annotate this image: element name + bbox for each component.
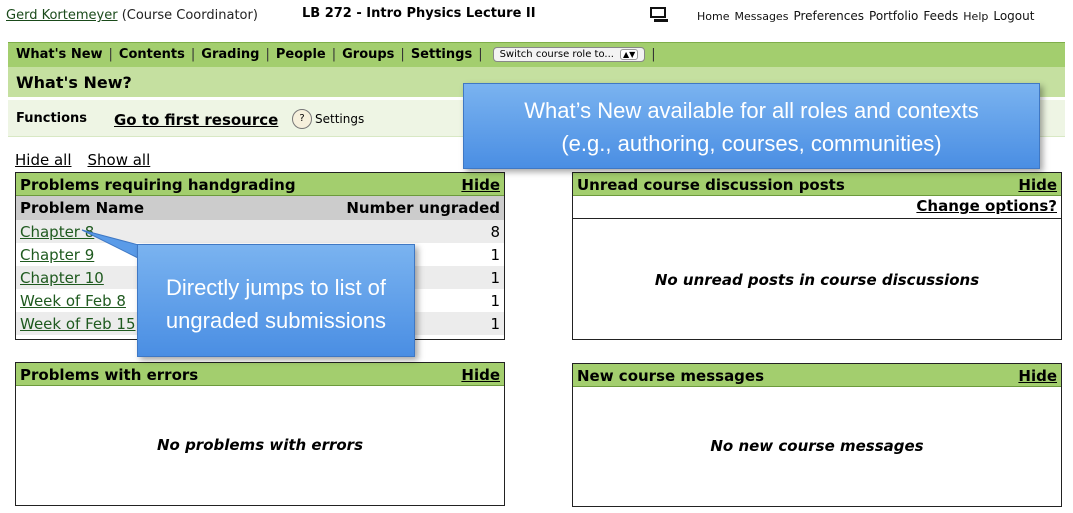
page-title: What's New? bbox=[16, 73, 132, 92]
ungraded-count: 8 bbox=[235, 220, 504, 243]
link-feeds[interactable]: Feeds bbox=[923, 9, 958, 23]
panel-title: New course messages bbox=[577, 367, 765, 385]
hide-messages-link[interactable]: Hide bbox=[1018, 367, 1057, 385]
course-title: LB 272 - Intro Physics Lecture II bbox=[302, 6, 536, 21]
hide-all-link[interactable]: Hide all bbox=[15, 151, 72, 169]
change-options-link[interactable]: Change options? bbox=[916, 197, 1057, 215]
main-nav: What's New | Contents | Grading | People | Group… bbox=[8, 42, 1065, 67]
nav-people[interactable]: People bbox=[276, 47, 326, 62]
link-messages[interactable]: Messages bbox=[734, 10, 788, 23]
user-info: Gerd Kortemeyer (Course Coordinator) bbox=[6, 8, 258, 23]
hide-errors-link[interactable]: Hide bbox=[461, 366, 500, 384]
callout-jump-ungraded: Directly jumps to list of ungraded submi… bbox=[137, 244, 415, 357]
settings-icon[interactable]: ? bbox=[292, 109, 312, 129]
panel-title: Unread course discussion posts bbox=[577, 176, 845, 194]
messages-empty-message: No new course messages bbox=[710, 437, 924, 455]
link-portfolio[interactable]: Portfolio bbox=[869, 9, 918, 23]
problem-link[interactable]: Chapter 10 bbox=[20, 269, 104, 287]
hide-handgrading-link[interactable]: Hide bbox=[461, 176, 500, 194]
panel-title: Problems with errors bbox=[20, 366, 199, 384]
user-name-link[interactable]: Gerd Kortemeyer bbox=[6, 8, 118, 23]
hide-discussion-link[interactable]: Hide bbox=[1018, 176, 1057, 194]
errors-empty-message: No problems with errors bbox=[156, 436, 364, 454]
link-help[interactable]: Help bbox=[963, 10, 988, 23]
callout-whats-new-roles: What’s New available for all roles and c… bbox=[463, 83, 1040, 169]
first-resource-link[interactable]: Go to first resource bbox=[114, 111, 278, 129]
col-problem-name: Problem Name bbox=[16, 196, 236, 220]
nav-settings[interactable]: Settings bbox=[411, 47, 472, 62]
nav-contents[interactable]: Contents bbox=[119, 47, 185, 62]
top-links: Home Messages Preferences Portfolio Feeds Hel… bbox=[697, 9, 1039, 23]
col-number-ungraded: Number ungraded bbox=[235, 196, 504, 220]
discussion-panel: Unread course discussion posts Hide Chan… bbox=[572, 172, 1062, 340]
link-preferences[interactable]: Preferences bbox=[793, 9, 864, 23]
discussion-empty-message: No unread posts in course discussions bbox=[654, 271, 980, 289]
nav-grading[interactable]: Grading bbox=[201, 47, 259, 62]
messages-panel: New course messages Hide No new course m… bbox=[572, 363, 1062, 507]
problem-link[interactable]: Week of Feb 8 bbox=[20, 292, 126, 310]
user-role: (Course Coordinator) bbox=[121, 8, 258, 23]
monitor-icon[interactable] bbox=[648, 6, 670, 24]
panel-title: Problems requiring handgrading bbox=[20, 176, 296, 194]
role-select[interactable]: Switch course role to... ▲▼ bbox=[492, 47, 646, 62]
link-home[interactable]: Home bbox=[697, 10, 729, 23]
link-logout[interactable]: Logout bbox=[993, 9, 1034, 23]
settings-link[interactable]: Settings bbox=[315, 112, 364, 126]
nav-groups[interactable]: Groups bbox=[342, 47, 394, 62]
select-arrows-icon: ▲▼ bbox=[619, 49, 639, 60]
errors-panel: Problems with errors Hide No problems wi… bbox=[15, 362, 505, 506]
problem-link[interactable]: Week of Feb 15 bbox=[20, 315, 136, 333]
nav-whats-new[interactable]: What's New bbox=[16, 47, 103, 62]
functions-label: Functions bbox=[16, 111, 88, 126]
show-all-link[interactable]: Show all bbox=[88, 151, 151, 169]
hide-show-controls: Hide all Show all bbox=[15, 151, 166, 169]
